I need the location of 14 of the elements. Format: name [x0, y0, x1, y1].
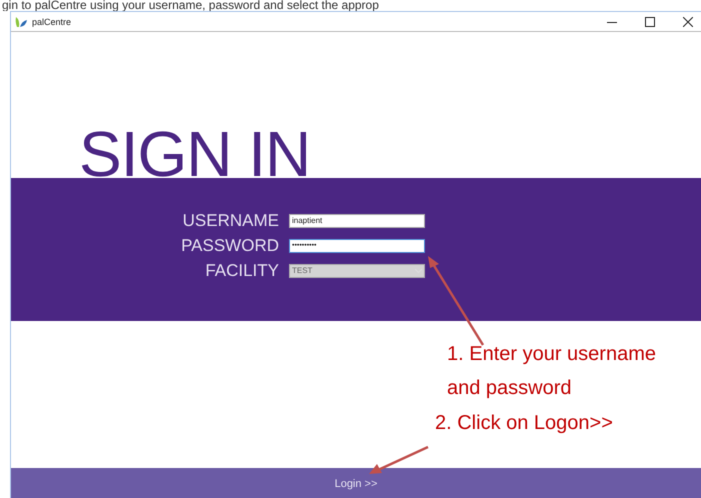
maximize-icon[interactable] — [645, 16, 655, 26]
annotation-text: 1. Enter your username — [447, 343, 656, 366]
annotation-text: and password — [447, 377, 572, 400]
close-icon[interactable] — [683, 16, 693, 26]
username-field[interactable]: inaptient — [289, 214, 425, 228]
annotation-arrow — [366, 445, 430, 477]
field-label: USERNAME — [182, 211, 279, 231]
annotation-text: 2. Click on Logon>> — [435, 412, 613, 435]
field-label: PASSWORD — [180, 236, 279, 256]
sign-in-heading: SIGN IN — [79, 122, 310, 186]
window-title: palCentre — [32, 16, 72, 26]
leaf-logo-icon — [15, 16, 28, 28]
login-button[interactable]: Login >> — [11, 468, 701, 498]
field-label: FACILITY — [204, 261, 279, 281]
